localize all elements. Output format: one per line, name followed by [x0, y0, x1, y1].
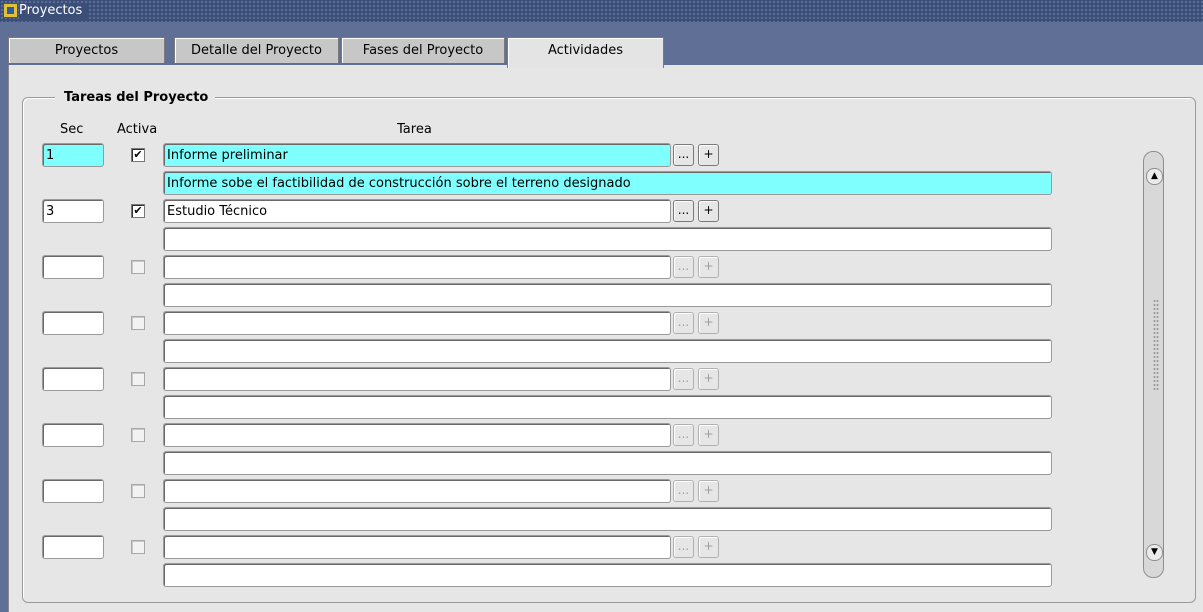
add-button[interactable]: +	[698, 312, 719, 334]
activa-checkbox[interactable]	[131, 428, 145, 442]
list-of-values-button[interactable]: ...	[673, 256, 694, 278]
add-button[interactable]: +	[698, 424, 719, 446]
add-button[interactable]: +	[698, 200, 719, 222]
descripcion-field[interactable]: Informe sobe el factibilidad de construc…	[163, 171, 1052, 195]
tab-fases-del-proyecto[interactable]: Fases del Proyecto	[341, 37, 505, 63]
add-button[interactable]: +	[698, 144, 719, 166]
tarea-field[interactable]: Informe preliminar	[163, 143, 671, 167]
descripcion-field[interactable]	[163, 283, 1052, 307]
descripcion-field[interactable]	[163, 507, 1052, 531]
tarea-field[interactable]	[163, 479, 671, 503]
tarea-field[interactable]	[163, 535, 671, 559]
list-of-values-button[interactable]: ...	[673, 312, 694, 334]
sec-field[interactable]	[42, 255, 104, 279]
tarea-field[interactable]	[163, 255, 671, 279]
descripcion-field[interactable]	[163, 395, 1052, 419]
header-activa: Activa	[117, 122, 158, 137]
descripcion-field[interactable]	[163, 451, 1052, 475]
activa-checkbox[interactable]	[131, 260, 145, 274]
list-of-values-button[interactable]: ...	[673, 480, 694, 502]
tab-actividades[interactable]: Actividades	[507, 37, 664, 68]
sec-field[interactable]	[42, 311, 104, 335]
activa-checkbox[interactable]: ✔	[131, 204, 145, 218]
list-of-values-button[interactable]: ...	[673, 200, 694, 222]
add-button[interactable]: +	[698, 480, 719, 502]
scrollbar-grip[interactable]	[1153, 299, 1159, 391]
descripcion-field[interactable]	[163, 227, 1052, 251]
sec-field[interactable]: 3	[42, 199, 104, 223]
window-titlebar[interactable]: Proyectos	[0, 0, 1203, 22]
add-button[interactable]: +	[698, 368, 719, 390]
tarea-field[interactable]	[163, 423, 671, 447]
add-button[interactable]: +	[698, 536, 719, 558]
header-tarea: Tarea	[397, 122, 432, 137]
sec-field[interactable]	[42, 423, 104, 447]
list-of-values-button[interactable]: ...	[673, 144, 694, 166]
tab-strip: Proyectos Detalle del Proyecto Fases del…	[0, 22, 1203, 68]
activa-checkbox[interactable]	[131, 540, 145, 554]
app-icon	[3, 3, 18, 18]
tarea-field[interactable]: Estudio Técnico	[163, 199, 671, 223]
list-of-values-button[interactable]: ...	[673, 536, 694, 558]
list-of-values-button[interactable]: ...	[673, 368, 694, 390]
activa-checkbox[interactable]	[131, 372, 145, 386]
window-title: Proyectos	[19, 3, 89, 19]
tarea-field[interactable]	[163, 367, 671, 391]
scroll-down-icon[interactable]: ▼	[1146, 544, 1163, 561]
sec-field[interactable]	[42, 479, 104, 503]
add-button[interactable]: +	[698, 256, 719, 278]
scroll-up-icon[interactable]: ▲	[1146, 168, 1163, 185]
group-title: Tareas del Proyecto	[55, 90, 216, 106]
tarea-field[interactable]	[163, 311, 671, 335]
tab-detalle-del-proyecto[interactable]: Detalle del Proyecto	[174, 37, 339, 63]
header-sec: Sec	[60, 122, 84, 137]
activa-checkbox[interactable]: ✔	[131, 148, 145, 162]
activa-checkbox[interactable]	[131, 484, 145, 498]
list-of-values-button[interactable]: ...	[673, 424, 694, 446]
descripcion-field[interactable]	[163, 339, 1052, 363]
descripcion-field[interactable]	[163, 563, 1052, 587]
sec-field[interactable]: 1	[42, 143, 104, 167]
tab-proyectos[interactable]: Proyectos	[8, 37, 165, 63]
sec-field[interactable]	[42, 367, 104, 391]
activa-checkbox[interactable]	[131, 316, 145, 330]
sec-field[interactable]	[42, 535, 104, 559]
